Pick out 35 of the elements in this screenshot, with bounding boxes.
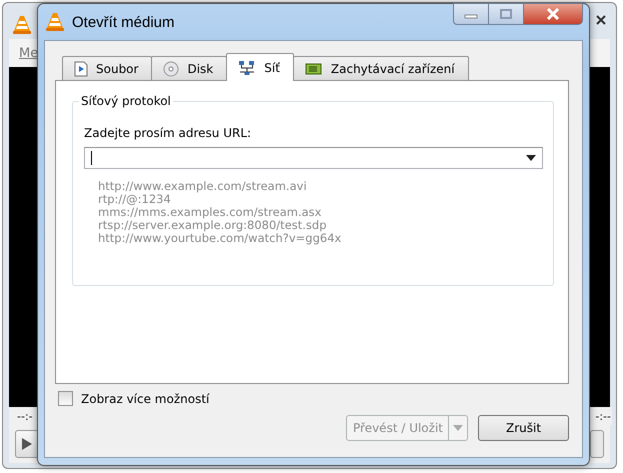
- button[interactable]: Zrušit: [478, 415, 569, 441]
- elapsed-time: --:-: [17, 410, 33, 422]
- field-label: Zadejte prosím adresu URL:: [84, 126, 252, 140]
- tab[interactable]: Soubor: [62, 56, 152, 80]
- total-time: -:--: [595, 410, 611, 422]
- example-url: http://www.example.com/stream.avi: [98, 180, 308, 193]
- minimize-button[interactable]: [453, 3, 489, 25]
- checkbox-label: Zobraz více možností: [81, 392, 210, 406]
- disc-icon: [163, 60, 180, 76]
- example-url: http://www.yourtube.com/watch?v=gg64x: [98, 232, 342, 245]
- control-button[interactable]: [590, 430, 604, 458]
- dropdown-arrow-icon[interactable]: [526, 155, 536, 161]
- capture-card-icon: [304, 62, 323, 76]
- url-field[interactable]: [84, 147, 543, 169]
- play-button[interactable]: [15, 430, 39, 458]
- vlc-cone-icon: [46, 12, 64, 32]
- close-icon[interactable]: [596, 15, 606, 25]
- maximize-icon: [499, 9, 513, 19]
- play-icon: [21, 437, 33, 451]
- vlc-cone-icon: [13, 15, 31, 35]
- example-url: rtp://@:1234: [98, 193, 171, 206]
- file-play-icon: [74, 60, 88, 76]
- window-title: Otevřít médium: [72, 14, 175, 30]
- tab[interactable]: Síť: [226, 53, 294, 81]
- tab[interactable]: Disk: [151, 56, 228, 80]
- example-url: mms://mms.examples.com/stream.asx: [98, 206, 322, 219]
- example-url: rtsp://server.example.org:8080/test.sdp: [98, 219, 328, 232]
- tab[interactable]: Zachytávací zařízení: [292, 56, 469, 80]
- group-title: Síťový protokol: [79, 94, 173, 108]
- menu-item[interactable]: Me: [9, 46, 38, 60]
- checkbox[interactable]: [58, 391, 73, 406]
- close-icon: [546, 8, 560, 20]
- close-button[interactable]: [524, 3, 583, 25]
- network-icon: [238, 60, 256, 76]
- maximize-button[interactable]: [489, 3, 524, 25]
